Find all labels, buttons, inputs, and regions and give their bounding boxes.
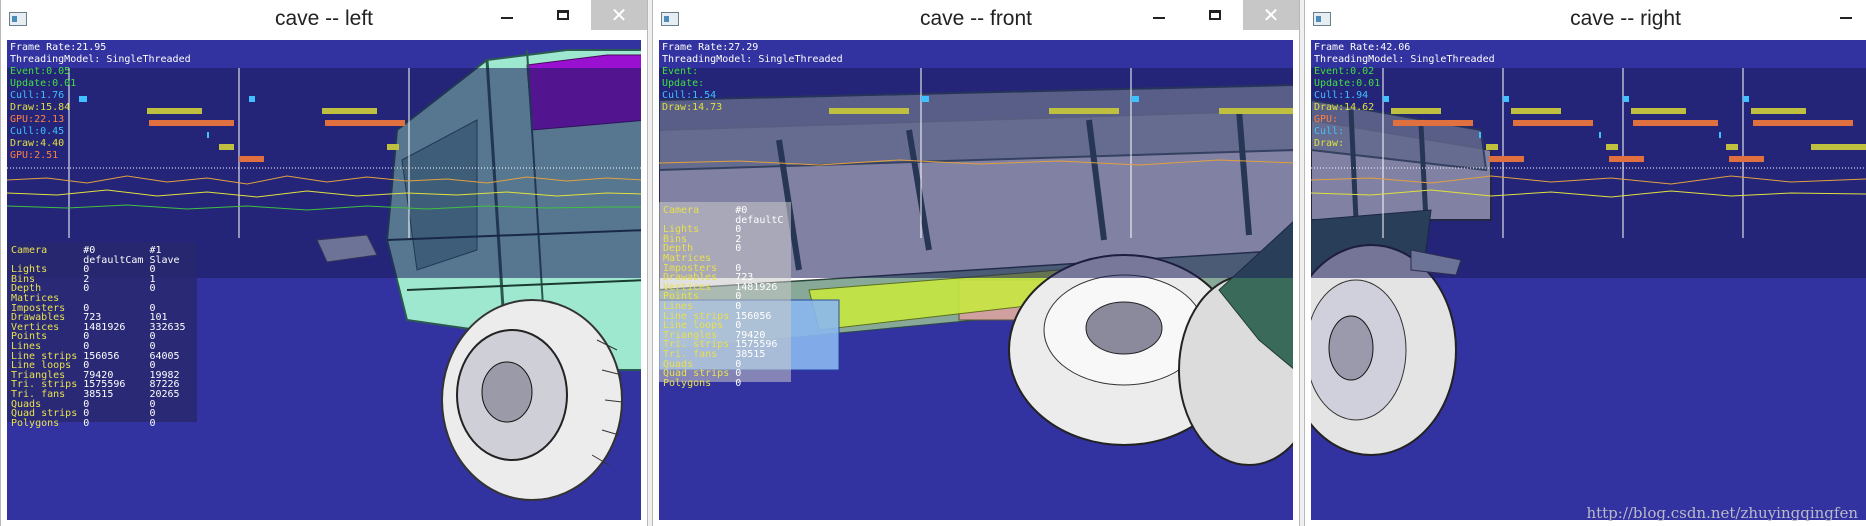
draw-stat: Draw:15.84: [10, 102, 71, 113]
row-value: 20265: [149, 388, 180, 400]
table-header-cell: defaultCam: [83, 254, 144, 266]
draw-stat: Draw:14.62: [1314, 102, 1375, 113]
table-header-cell: defaultC: [735, 214, 784, 226]
draw-stat-2: Draw:: [1314, 138, 1345, 149]
window-left: cave -- left ✕ Frame Rate:21.95 Threadin…: [0, 0, 648, 526]
row-value: [149, 294, 191, 304]
row-value: 0: [149, 417, 156, 429]
window-right: cave -- right Frame Rate:42.06 Threading…: [1304, 0, 1866, 526]
row-value: 1481926: [83, 321, 126, 333]
cull-stat-2: Cull:0.45: [10, 126, 65, 137]
draw-stat-2: Draw:4.40: [10, 138, 65, 149]
table-header-cell: Slave: [149, 254, 180, 266]
render-viewport[interactable]: Frame Rate:21.95 ThreadingModel: SingleT…: [7, 40, 641, 520]
row-value: 0: [735, 368, 742, 380]
gpu-stat-2: GPU:2.51: [10, 150, 59, 161]
minimize-icon[interactable]: [479, 0, 535, 30]
close-icon[interactable]: ✕: [1243, 0, 1299, 30]
close-icon[interactable]: ✕: [591, 0, 647, 30]
event-stat: Event:0.05: [10, 66, 71, 77]
row-value: 38515: [83, 388, 114, 400]
draw-stat: Draw:14.73: [662, 102, 723, 113]
minimize-icon[interactable]: [1131, 0, 1187, 30]
threading-label: ThreadingModel: SingleThreaded: [10, 54, 191, 65]
camera-stats-grid: Camera #0 #1 defaultCam Slave Lights 0 0 Bins…: [11, 246, 192, 428]
threading-label: ThreadingModel: SingleThreaded: [662, 54, 843, 65]
row-value: 0: [83, 417, 90, 429]
row-value: 156056: [83, 350, 120, 362]
update-stat: Update:0.01: [1314, 78, 1381, 89]
row-value: 332635: [149, 321, 186, 333]
row-value: 0: [149, 283, 156, 295]
gpu-stat: GPU:: [1314, 114, 1339, 125]
render-viewport[interactable]: Frame Rate:42.06 ThreadingModel: SingleT…: [1311, 40, 1866, 520]
window-front: cave -- front ✕ Frame Rate:27.29 Threadi…: [652, 0, 1300, 526]
cull-stat: Cull:1.94: [1314, 90, 1369, 101]
render-viewport[interactable]: Frame Rate:27.29 ThreadingModel: SingleT…: [659, 40, 1293, 520]
row-value: 0: [83, 398, 90, 410]
row-value: [83, 294, 149, 304]
gpu-stat: GPU:22.13: [10, 114, 65, 125]
frame-rate-label: Frame Rate:21.95: [10, 42, 107, 53]
row-value: 0: [149, 398, 156, 410]
row-value: 0: [83, 283, 90, 295]
maximize-icon[interactable]: [535, 0, 591, 30]
title-bar[interactable]: cave -- right: [1305, 0, 1866, 40]
row-value: 0: [83, 408, 90, 420]
row-value: [735, 254, 789, 264]
row-value: 0: [83, 264, 90, 276]
update-stat: Update:: [662, 78, 705, 89]
cull-stat-2: Cull:: [1314, 126, 1345, 137]
table-header-cell: Camera: [11, 245, 48, 256]
table-row: Polygons 0: [663, 377, 789, 389]
table-header-cell: Camera: [663, 205, 700, 216]
table-row: Lights 0 0: [11, 265, 192, 275]
window-title: cave -- right: [1570, 7, 1681, 30]
threading-label: ThreadingModel: SingleThreaded: [1314, 54, 1495, 65]
row-value: 0: [735, 224, 742, 236]
minimize-icon[interactable]: [1826, 0, 1866, 30]
row-value: 64005: [149, 350, 180, 362]
row-value: 2: [83, 273, 90, 285]
watermark-text: http://blog.csdn.net/zhuyingqingfen: [1586, 504, 1858, 522]
camera-stats-grid: Camera #0 defaultC Lights 0 Bins 2 Depth 0 M…: [663, 206, 789, 388]
table-row: Polygons 0 0: [11, 417, 192, 429]
row-value: 0: [735, 377, 742, 389]
row-label: Polygons: [663, 377, 712, 389]
update-stat: Update:0.01: [10, 78, 77, 89]
row-value: 0: [735, 243, 742, 255]
frame-rate-label: Frame Rate:42.06: [1314, 42, 1411, 53]
row-value: 0: [149, 408, 156, 420]
stats-graph-panel: [1311, 68, 1866, 278]
maximize-icon[interactable]: [1187, 0, 1243, 30]
camera-stats-table: Camera #0 defaultC Lights 0 Bins 2 Depth 0 M…: [659, 202, 791, 388]
camera-stats-table: Camera #0 #1 defaultCam Slave Lights 0 0 Bins…: [7, 242, 197, 428]
row-value: 0: [735, 358, 742, 370]
row-value: 1481926: [735, 281, 778, 293]
frame-rate-label: Frame Rate:27.29: [662, 42, 759, 53]
event-stat: Event:: [662, 66, 699, 77]
row-value: 0: [735, 291, 742, 303]
title-bar[interactable]: cave -- front ✕: [653, 0, 1299, 40]
row-value: 0: [149, 331, 156, 343]
row-value: 0: [149, 264, 156, 276]
row-value: 156056: [735, 310, 772, 322]
row-value: 2: [735, 233, 742, 245]
row-value: 0: [83, 331, 90, 343]
event-stat: Event:0.02: [1314, 66, 1375, 77]
cull-stat: Cull:1.54: [662, 90, 717, 101]
row-value: 1: [149, 273, 156, 285]
row-value: 38515: [735, 348, 766, 360]
row-label: Polygons: [11, 417, 60, 429]
title-bar[interactable]: cave -- left ✕: [1, 0, 647, 40]
cull-stat: Cull:1.76: [10, 90, 65, 101]
